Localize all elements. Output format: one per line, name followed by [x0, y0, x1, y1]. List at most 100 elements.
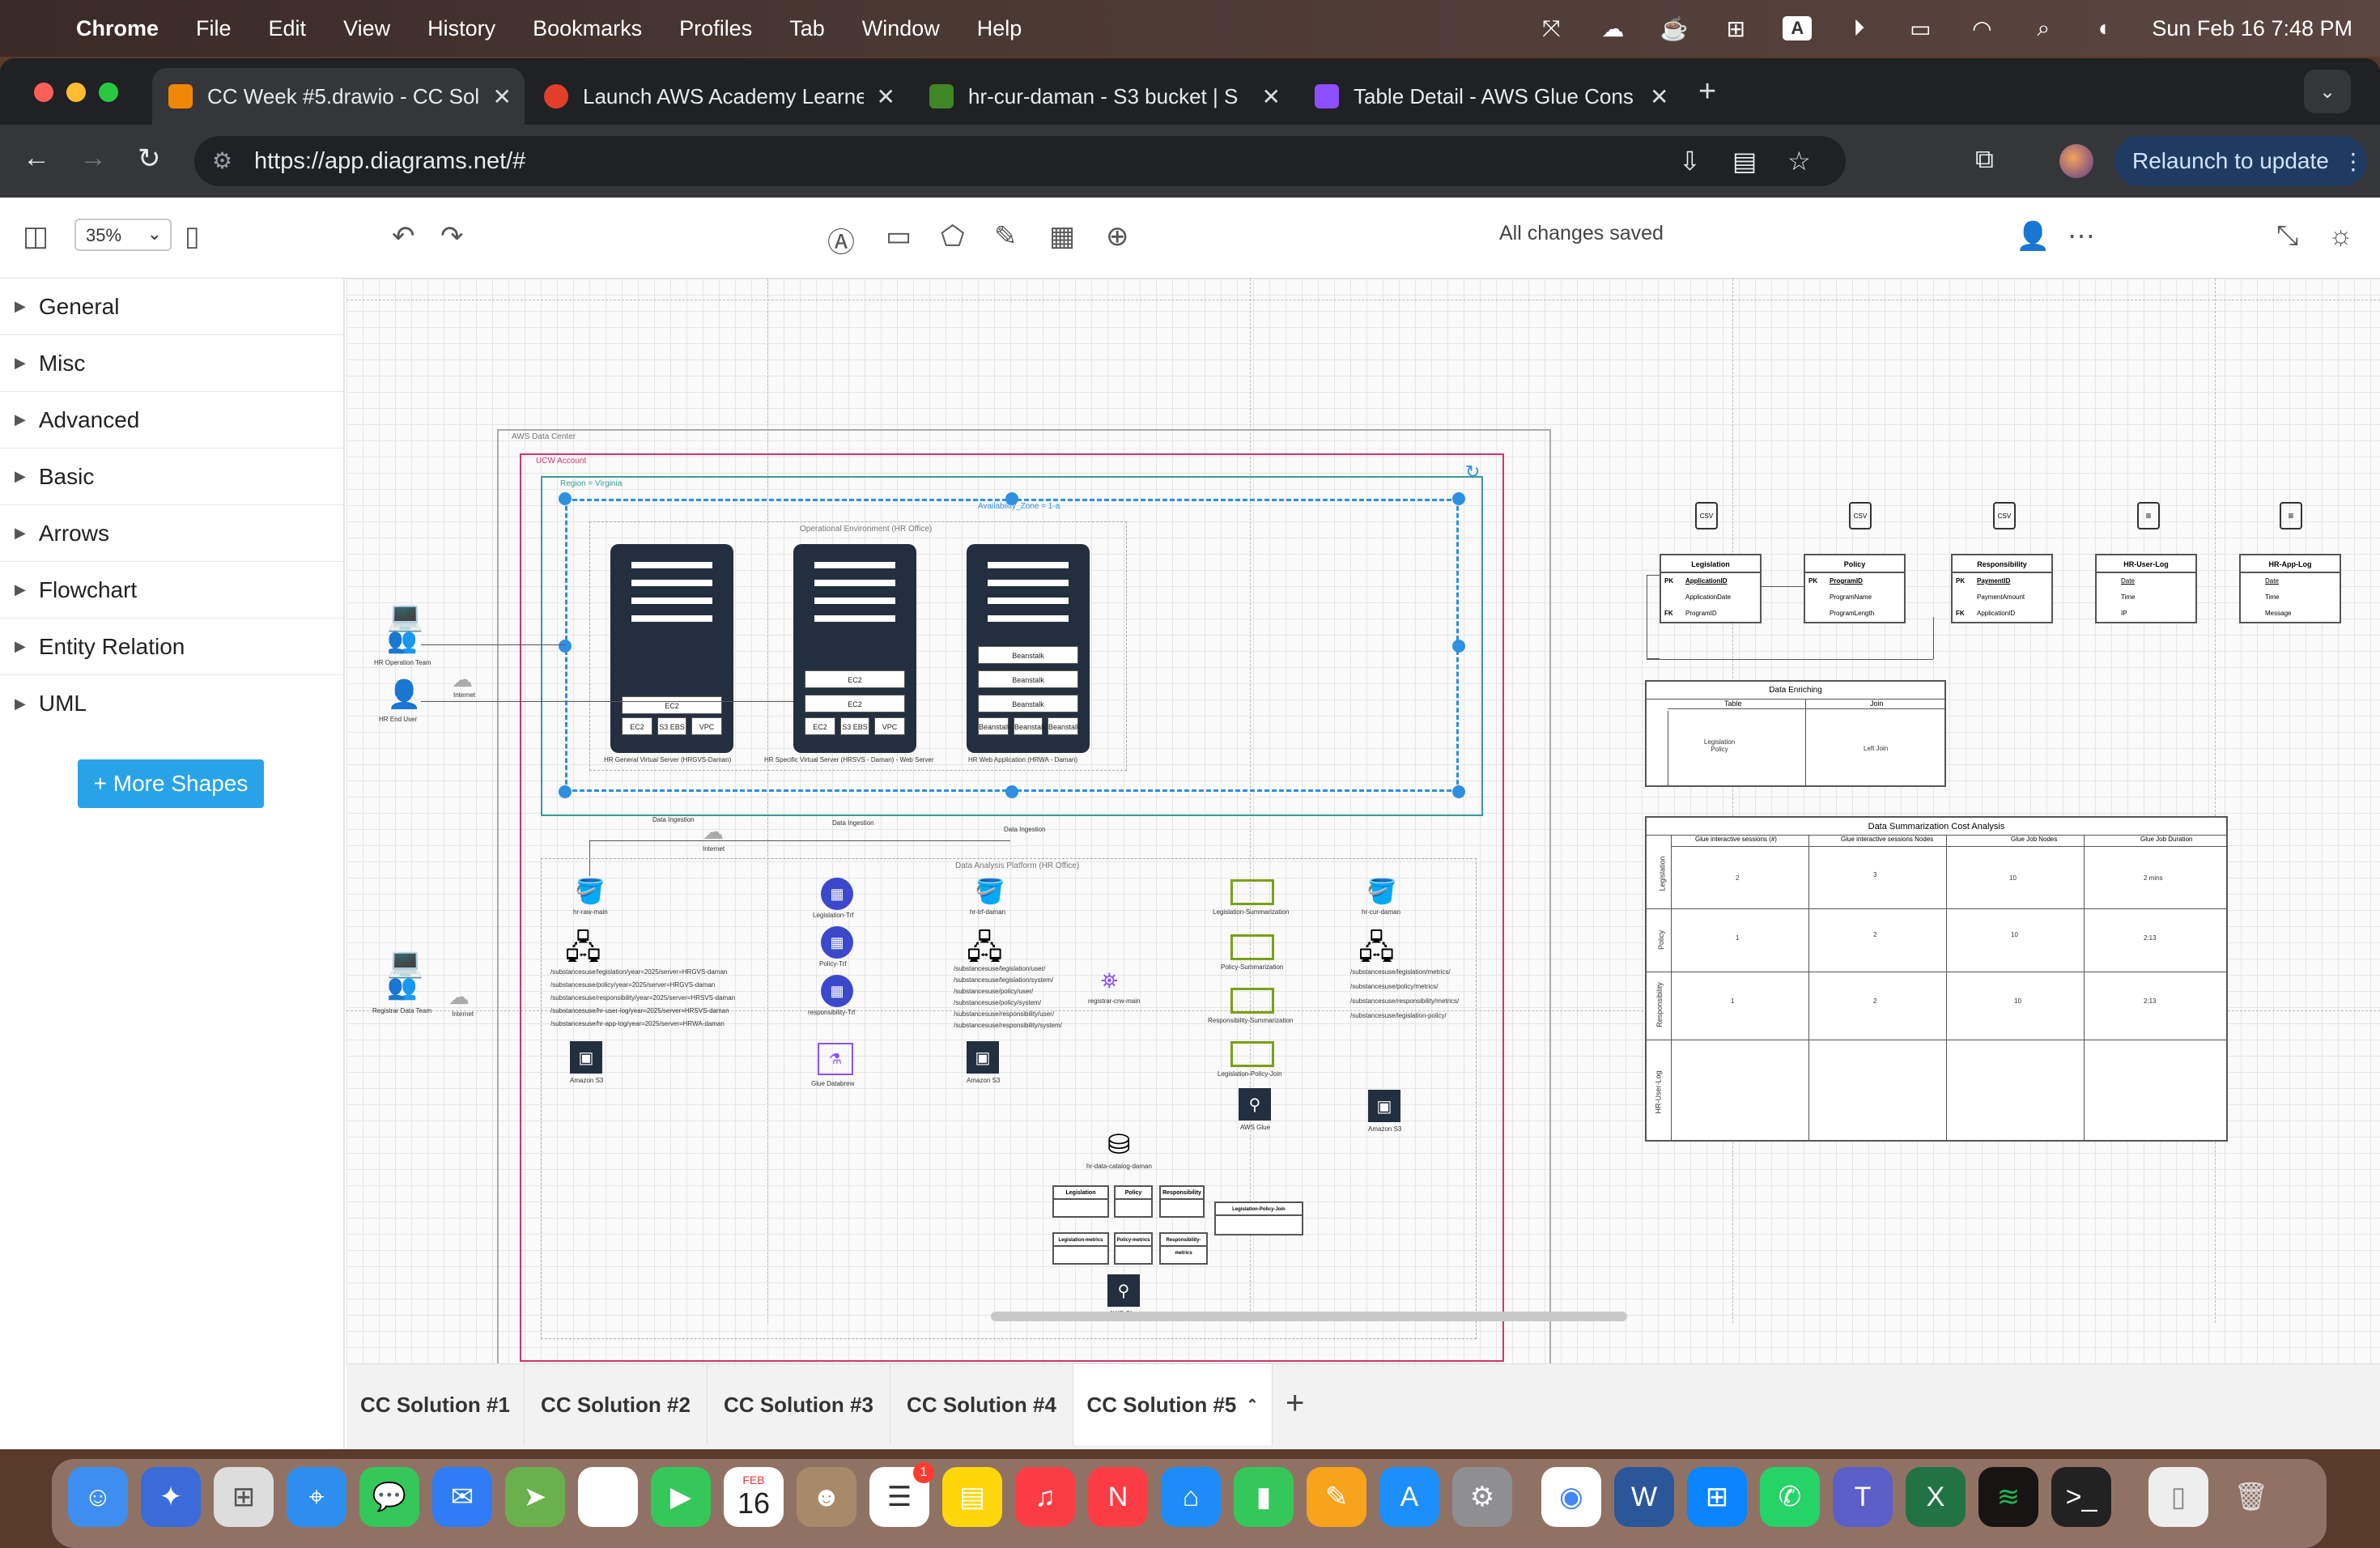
er-table-policy[interactable]: Policy PK ProgramID ProgramName ProgramLe…	[1804, 554, 1906, 623]
selection-handle[interactable]	[1452, 640, 1465, 653]
summarization-icon[interactable]	[1230, 879, 1274, 905]
page-tab-1[interactable]: CC Solution #1	[346, 1364, 525, 1445]
redo-icon[interactable]: ↷	[440, 220, 464, 253]
url-text[interactable]: https://app.diagrams.net/#	[254, 148, 525, 175]
er-table-hr-app-log[interactable]: HR-App-Log Date Time Message	[2239, 554, 2341, 623]
teams-icon[interactable]: T	[1833, 1467, 1893, 1527]
tab-search-button[interactable]: ⌄	[2304, 70, 2351, 113]
diagram-canvas[interactable]: AWS Data Center UCW Account Region = Vir…	[346, 279, 2380, 1370]
shapes-tool-icon[interactable]: ⬠	[941, 220, 965, 253]
calendar-icon[interactable]: FEB 16	[724, 1467, 784, 1527]
whatsapp-icon[interactable]: ✆	[1760, 1467, 1820, 1527]
minimize-window-button[interactable]	[66, 83, 86, 102]
zoom-window-button[interactable]	[99, 83, 118, 102]
windows-app-icon[interactable]: ⊞	[1687, 1467, 1747, 1527]
aws-glue-icon[interactable]: ⚲	[1239, 1088, 1271, 1121]
page-tab-5[interactable]: CC Solution #5 ⌃	[1073, 1364, 1273, 1445]
catalog-table[interactable]: Legislation	[1052, 1185, 1109, 1218]
glue-job-icon[interactable]: ▦	[821, 975, 853, 1007]
glue-databrew-icon[interactable]: ⚗	[818, 1043, 853, 1075]
sidebar-item-uml[interactable]: ▶ UML	[0, 675, 343, 732]
menu-file[interactable]: File	[196, 16, 232, 41]
finder-icon[interactable]: ☺	[68, 1467, 128, 1527]
teams-status-icon[interactable]: ☕	[1660, 16, 1689, 41]
reminders-icon[interactable]: ☰ 1	[869, 1462, 934, 1527]
maps-icon[interactable]: ➤	[505, 1467, 565, 1527]
catalog-table[interactable]: Policy-metrics	[1114, 1232, 1153, 1265]
profile-avatar[interactable]	[2059, 144, 2093, 178]
menu-tab[interactable]: Tab	[789, 16, 825, 41]
log-file-icon[interactable]: ≡	[2137, 502, 2160, 529]
hr-general-virtual-server[interactable]: EC2 EC2 S3 EBS VPC	[610, 544, 733, 753]
sidebar-item-general[interactable]: ▶ General	[0, 279, 343, 335]
close-window-button[interactable]	[34, 83, 53, 102]
tab-aws-academy[interactable]: Launch AWS Academy Learne ✕	[528, 68, 908, 125]
summarization-icon[interactable]	[1230, 1041, 1274, 1067]
s3-bucket-icon[interactable]: 🪣	[1366, 878, 1396, 906]
users-group-icon[interactable]: 👥	[387, 627, 417, 655]
share-icon[interactable]: 👤	[2016, 220, 2050, 253]
sidebar-item-advanced[interactable]: ▶ Advanced	[0, 392, 343, 449]
menu-help[interactable]: Help	[977, 16, 1022, 41]
sidebar-item-arrows[interactable]: ▶ Arrows	[0, 505, 343, 562]
keyboard-input-icon[interactable]: A	[1783, 16, 1813, 40]
horizontal-scrollbar[interactable]	[991, 1312, 1627, 1321]
back-button[interactable]: ←	[23, 142, 50, 174]
close-tab-icon[interactable]: ✕	[1650, 83, 1668, 110]
cloud-icon[interactable]: ☁	[1598, 16, 1627, 41]
analysis-platform-frame[interactable]	[541, 858, 1477, 1339]
install-app-icon[interactable]: ⇩	[1679, 146, 1701, 176]
catalog-table[interactable]: Responsibility-metrics	[1159, 1232, 1208, 1265]
selection-handle[interactable]	[559, 785, 572, 798]
page-tab-4[interactable]: CC Solution #4	[890, 1364, 1073, 1445]
csv-file-icon[interactable]: CSV	[1695, 502, 1718, 529]
selection-handle[interactable]	[559, 640, 572, 653]
menu-app-name[interactable]: Chrome	[76, 16, 159, 41]
selection-handle[interactable]	[559, 492, 572, 505]
page-view-icon[interactable]: ▯	[185, 220, 200, 253]
more-options-icon[interactable]: ⋯	[2068, 220, 2095, 253]
sidebar-item-flowchart[interactable]: ▶ Flowchart	[0, 562, 343, 619]
menu-profiles[interactable]: Profiles	[679, 16, 752, 41]
undo-icon[interactable]: ↶	[392, 220, 415, 253]
tab-s3-bucket[interactable]: hr-cur-daman - S3 bucket | S ✕	[913, 68, 1294, 125]
forward-button[interactable]: →	[79, 142, 107, 174]
hr-specific-virtual-server[interactable]: EC2 EC2 EC2 S3 EBS VPC	[793, 544, 916, 753]
close-tab-icon[interactable]: ✕	[877, 83, 895, 110]
log-file-icon[interactable]: ≡	[2280, 502, 2302, 529]
page-tab-3[interactable]: CC Solution #3	[708, 1364, 890, 1445]
amazon-s3-icon[interactable]: ▣	[1368, 1090, 1400, 1122]
database-icon[interactable]: ⛁	[1107, 1129, 1131, 1161]
cloud-icon[interactable]: ☁	[448, 985, 470, 1010]
er-table-legislation[interactable]: Legislation PK ApplicationID ApplicationD…	[1660, 554, 1762, 623]
contacts-icon[interactable]: ☻	[797, 1467, 856, 1527]
amazon-s3-icon[interactable]: ▣	[570, 1041, 602, 1074]
catalog-table[interactable]: Policy	[1114, 1185, 1153, 1218]
rectangle-tool-icon[interactable]: ▭	[886, 220, 912, 253]
summarization-icon[interactable]	[1230, 934, 1274, 960]
photos-icon[interactable]: ✿	[578, 1467, 638, 1527]
document-icon[interactable]: ▯	[2148, 1467, 2208, 1527]
battery-icon[interactable]: ▭	[1906, 16, 1935, 41]
news-icon[interactable]: N	[1088, 1467, 1148, 1527]
play-icon[interactable]: ⏵	[1844, 15, 1873, 40]
fullscreen-icon[interactable]: ⤡	[2276, 220, 2298, 252]
safari-icon[interactable]: ⌖	[287, 1467, 346, 1527]
glue-job-icon[interactable]: ▦	[821, 926, 853, 959]
terminal-icon[interactable]: >_	[2051, 1467, 2111, 1527]
relaunch-to-update-button[interactable]: Relaunch to update ⋮	[2114, 136, 2367, 186]
sidebar-item-entity-relation[interactable]: ▶ Entity Relation	[0, 619, 343, 675]
app-store-icon[interactable]: A	[1379, 1467, 1439, 1527]
data-enriching-table[interactable]: Data Enriching Table Join Legislation Po…	[1645, 680, 1946, 787]
extensions-icon[interactable]: ⧉	[1975, 144, 1994, 175]
new-tab-button[interactable]: +	[1698, 74, 1716, 109]
word-icon[interactable]: W	[1614, 1467, 1674, 1527]
selection-handle[interactable]	[1005, 785, 1018, 798]
crawler-icon[interactable]: ⛯	[1101, 968, 1118, 994]
sidebar-item-misc[interactable]: ▶ Misc	[0, 335, 343, 392]
rotate-handle-icon[interactable]: ↻	[1465, 461, 1480, 483]
music-icon[interactable]: ♫	[1015, 1467, 1075, 1527]
system-settings-icon[interactable]: ⚙	[1452, 1467, 1512, 1527]
zoom-select[interactable]: 35% ⌄	[74, 219, 172, 251]
aws-glue-icon[interactable]: ⚲	[1107, 1274, 1140, 1307]
